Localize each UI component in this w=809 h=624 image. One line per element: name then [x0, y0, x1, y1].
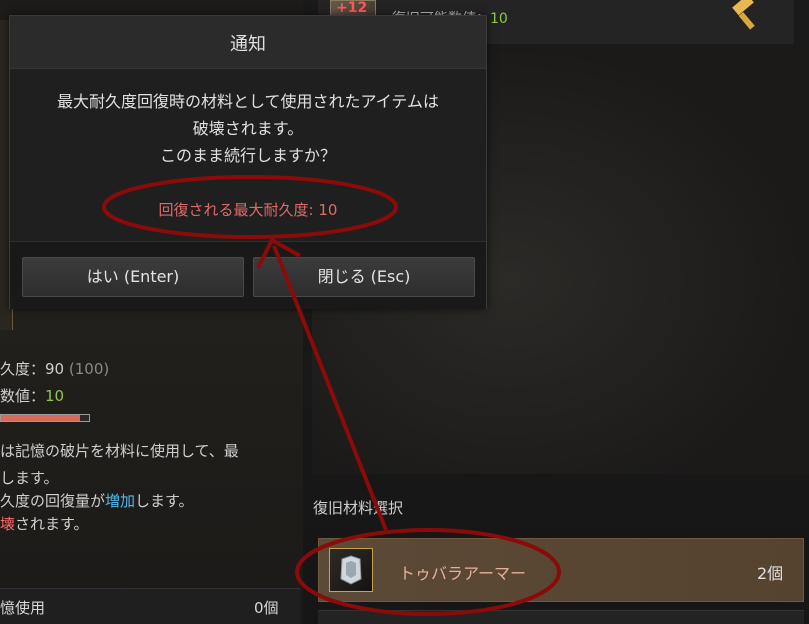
- durability-bar-fill: [1, 415, 81, 421]
- recover-line: 数値：10: [0, 387, 65, 405]
- dialog-header: 通知: [10, 16, 486, 69]
- memory-use-row[interactable]: 憶使用 0個: [0, 588, 300, 624]
- material-item-name: トゥバラアーマー: [399, 564, 527, 583]
- recover-value: 10: [45, 387, 65, 405]
- dialog-message: 最大耐久度回復時の材料として使用されたアイテムは 破壊されます。 このまま続行し…: [30, 88, 466, 169]
- durability-bar: [0, 414, 90, 422]
- dialog-message-line: 最大耐久度回復時の材料として使用されたアイテムは: [57, 92, 439, 111]
- memory-use-label: 憶使用: [0, 599, 46, 617]
- hammer-icon[interactable]: [729, 0, 763, 30]
- material-section-title: 復旧材料選択: [313, 499, 404, 517]
- left-description: は記憶の破片を材料に使用して、最 します。 久度の回復量が増加します。 壊されま…: [0, 440, 239, 536]
- desc-line: 壊されます。: [0, 515, 89, 533]
- enhance-level-badge: +12: [336, 0, 368, 16]
- dialog-title: 通知: [230, 34, 266, 55]
- durability-max: (100): [68, 360, 110, 378]
- dialog-message-line: 破壊されます。: [192, 119, 304, 138]
- material-item-count: 2個: [757, 564, 784, 583]
- desc-line: は記憶の破片を材料に使用して、最: [0, 442, 239, 460]
- armor-icon: [329, 548, 373, 592]
- durability-value: 90: [45, 360, 65, 378]
- notification-dialog: 通知 最大耐久度回復時の材料として使用されたアイテムは 破壊されます。 このまま…: [9, 15, 487, 309]
- close-button[interactable]: 閉じる (Esc): [253, 257, 475, 297]
- yes-button[interactable]: はい (Enter): [22, 257, 244, 297]
- material-item-row-next[interactable]: [318, 610, 804, 624]
- recoverable-stat-value: 10: [490, 11, 508, 27]
- desc-line: 久度の回復量が増加します。: [0, 492, 194, 510]
- left-stats: 久度：90 (100) 数値：10: [0, 356, 109, 410]
- durability-line: 久度：90 (100): [0, 360, 110, 378]
- recovered-durability-text: 回復される最大耐久度: 10: [158, 201, 338, 219]
- dialog-message-line: このまま続行しますか？: [159, 146, 336, 165]
- material-item-row[interactable]: トゥバラアーマー 2個: [318, 538, 804, 602]
- desc-line: します。: [0, 469, 59, 487]
- memory-use-count: 0個: [254, 599, 279, 617]
